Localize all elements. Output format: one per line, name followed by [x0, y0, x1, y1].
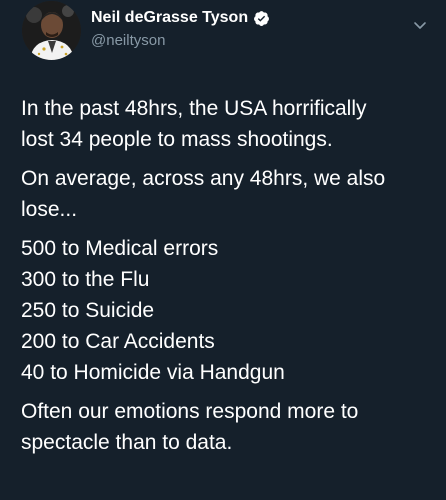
- chevron-down-icon[interactable]: [412, 17, 428, 33]
- text-line: Often our emotions respond more to: [21, 400, 359, 423]
- list-item: 200 to Car Accidents: [21, 330, 215, 353]
- author-names: Neil deGrasse Tyson @neiltyson: [91, 7, 270, 49]
- list-item: 500 to Medical errors: [21, 237, 219, 260]
- display-name-row: Neil deGrasse Tyson: [91, 7, 270, 29]
- tweet-text: In the past 48hrs, the USA horrifically …: [21, 93, 431, 458]
- tweet-statistics-list: 500 to Medical errors 300 to the Flu 250…: [21, 233, 431, 388]
- avatar[interactable]: [22, 1, 81, 60]
- text-line: lose...: [21, 198, 78, 221]
- text-line: lost 34 people to mass shootings.: [21, 128, 333, 151]
- avatar-photo: [22, 1, 81, 60]
- tweet-paragraph-1: In the past 48hrs, the USA horrifically …: [21, 93, 431, 155]
- tweet-paragraph-3: Often our emotions respond more to spect…: [21, 396, 431, 458]
- text-line: In the past 48hrs, the USA horrifically: [21, 97, 367, 120]
- text-line: spectacle than to data.: [21, 431, 233, 454]
- list-item: 300 to the Flu: [21, 268, 150, 291]
- tweet-header: Neil deGrasse Tyson @neiltyson: [22, 1, 432, 61]
- display-name[interactable]: Neil deGrasse Tyson: [91, 9, 248, 27]
- handle[interactable]: @neiltyson: [91, 32, 270, 49]
- verified-badge-icon: [253, 10, 270, 27]
- text-line: On average, across any 48hrs, we also: [21, 167, 386, 190]
- list-item: 40 to Homicide via Handgun: [21, 361, 285, 384]
- list-item: 250 to Suicide: [21, 299, 155, 322]
- tweet-paragraph-2: On average, across any 48hrs, we also lo…: [21, 163, 431, 225]
